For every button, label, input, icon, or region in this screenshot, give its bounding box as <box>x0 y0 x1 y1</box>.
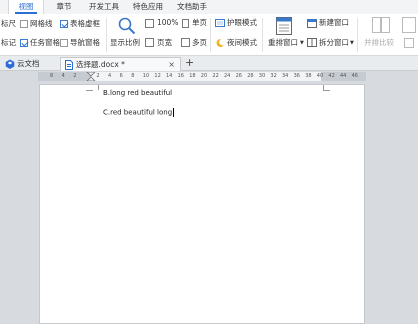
task-pane-checkbox[interactable] <box>20 39 28 47</box>
ruler-tick-label: 8 <box>50 73 54 79</box>
ruler-tick-label: 24 <box>224 73 231 79</box>
ruler-tick-label: 12 <box>154 73 161 79</box>
ribbon-divider <box>106 18 107 52</box>
ribbon-divider <box>357 18 358 52</box>
side-by-side-button[interactable]: 并排比较 <box>364 38 394 48</box>
arrange-dropdown-icon[interactable]: ▼ <box>300 38 304 48</box>
split-dropdown-icon[interactable]: ▼ <box>350 38 354 48</box>
text-line-content: C.red beautiful long <box>103 108 173 117</box>
arrange-window-button[interactable]: 重排窗口 <box>268 38 298 48</box>
eye-mode-icon <box>215 19 225 27</box>
page-width-button[interactable]: 页宽 <box>157 38 172 48</box>
ruler-tick-label: 40 <box>316 73 324 79</box>
ruler-tick-label: 44 <box>340 73 347 79</box>
horizontal-ruler[interactable]: 8 4 2 2 4 6 8 10 12 14 16 18 20 22 24 26 28 30 32 34 36 38 40 4… <box>38 72 366 81</box>
multi-page-button[interactable]: 多页 <box>192 38 207 48</box>
document-tab[interactable]: 选择题.docx * × <box>60 57 181 71</box>
split-window-icon <box>307 38 317 47</box>
ruler-tick-label: 30 <box>258 73 266 79</box>
new-tab-button[interactable]: + <box>185 56 194 70</box>
zoom-100-icon <box>145 19 154 28</box>
new-window-button[interactable]: 新建窗口 <box>319 18 349 28</box>
text-line-current[interactable]: C.red beautiful long <box>103 108 175 118</box>
table-dashed-label: 表格虚框 <box>70 19 100 28</box>
tab-chapter[interactable]: 章节 <box>50 0 78 14</box>
cloud-docs-tab[interactable]: 云文档 <box>2 57 54 71</box>
nav-pane-label: 导航窗格 <box>70 38 100 47</box>
ruler-tick-label: 38 <box>305 73 312 79</box>
document-tab-label: 选择题.docx * <box>76 60 125 69</box>
split-window-button[interactable]: 拆分窗口 <box>319 38 349 48</box>
night-mode-button[interactable]: 夜间模式 <box>227 38 257 48</box>
side-by-side-icon <box>372 17 390 33</box>
tab-special-apps[interactable]: 特色应用 <box>128 0 168 14</box>
ruler-tick-label: 4 <box>108 73 112 79</box>
gridlines-checkbox[interactable] <box>20 20 28 28</box>
zoom-button[interactable]: 显示比例 <box>110 38 140 48</box>
single-page-icon <box>182 19 189 28</box>
ruler-label: 标尺 <box>1 19 16 28</box>
cloud-docs-label: 云文档 <box>17 59 40 68</box>
ruler-tick-label: 6 <box>119 73 123 79</box>
ruler-tick-label: 14 <box>166 73 173 79</box>
text-caret <box>173 108 175 117</box>
ruler-tick-label: 10 <box>142 73 150 79</box>
ruler-tick-label: 18 <box>189 73 196 79</box>
sync-scroll-icon <box>402 17 416 33</box>
margin-corner-mark <box>86 90 93 91</box>
moon-icon <box>216 38 224 47</box>
ruler-tick-label: 8 <box>131 73 135 79</box>
ribbon-divider <box>210 18 211 52</box>
single-page-button[interactable]: 单页 <box>192 18 207 28</box>
task-pane-label: 任务窗格 <box>30 38 60 47</box>
tab-dev-tools[interactable]: 开发工具 <box>84 0 124 14</box>
new-window-icon <box>307 19 317 28</box>
ribbon-view: 标尺 网格线 表格虚框 标记 任务窗格 导航窗格 显示比例 100% 页宽 单页… <box>0 14 418 56</box>
ruler-tick-label: 34 <box>282 73 289 79</box>
ruler-tick-label: 42 <box>328 73 335 79</box>
ruler-tick-label: 2 <box>96 73 100 79</box>
arrange-window-icon <box>276 17 292 35</box>
ruler-tick-label: 22 <box>212 73 219 79</box>
multi-page-icon <box>181 38 190 47</box>
close-icon[interactable]: × <box>168 58 175 71</box>
marks-label: 标记 <box>1 38 16 47</box>
ruler-tick-label: 2 <box>73 73 77 79</box>
ruler-tick-label: 26 <box>235 73 242 79</box>
ruler-tick-label: 28 <box>247 73 254 79</box>
ruler-tick-label: 46 <box>351 73 358 79</box>
text-line[interactable]: B.long red beautiful <box>103 89 172 98</box>
nav-pane-checkbox[interactable] <box>60 39 68 47</box>
ribbon-divider <box>262 18 263 52</box>
tab-view[interactable]: 视图 <box>8 0 44 14</box>
zoom-100-button[interactable]: 100% <box>157 18 178 28</box>
margin-corner-mark <box>323 90 330 91</box>
ruler-tick-label: 32 <box>270 73 277 79</box>
table-dashed-checkbox[interactable] <box>60 20 68 28</box>
document-tab-bar: 云文档 选择题.docx * × + <box>0 56 418 71</box>
indent-marker-icon[interactable] <box>86 72 96 81</box>
ruler-tick-label: 20 <box>200 73 208 79</box>
page-width-icon <box>145 38 154 47</box>
ruler-tick-label: 36 <box>293 73 300 79</box>
reset-position-icon <box>404 38 414 48</box>
menu-bar: 视图 章节 开发工具 特色应用 文档助手 <box>0 0 418 14</box>
tab-doc-assistant[interactable]: 文档助手 <box>172 0 212 14</box>
eye-mode-button[interactable]: 护眼模式 <box>227 18 257 28</box>
document-page[interactable]: B.long red beautiful C.red beautiful lon… <box>39 84 365 324</box>
cloud-docs-icon <box>5 59 15 69</box>
gridlines-label: 网格线 <box>30 19 53 28</box>
magnifier-icon[interactable] <box>118 17 136 35</box>
ruler-tick-label: 16 <box>177 73 184 79</box>
ruler-tick-label: 4 <box>61 73 65 79</box>
margin-corner-mark <box>93 85 99 90</box>
word-doc-icon <box>65 60 73 70</box>
